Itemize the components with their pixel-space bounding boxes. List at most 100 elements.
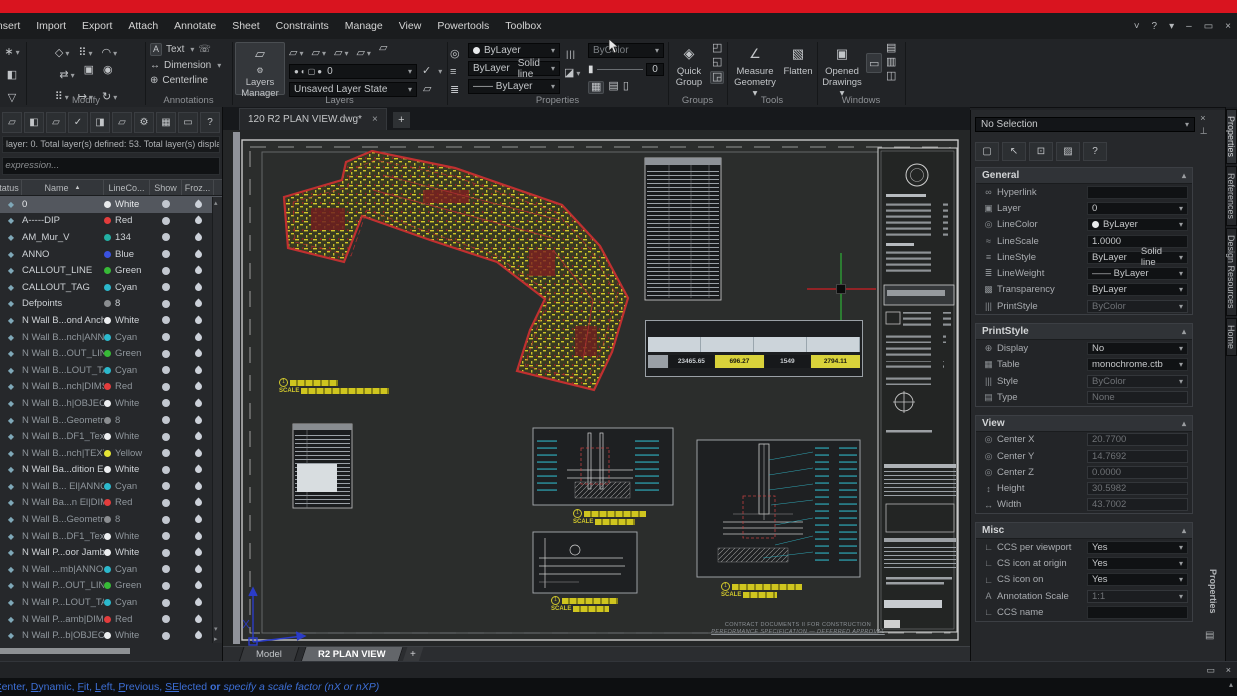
layer-linecolor[interactable]: White [104,531,150,542]
layer-show-toggle[interactable] [150,399,182,407]
layer-row[interactable]: ◆N Wall B...DF1_TextWhite [0,528,222,545]
color-picker-icon[interactable]: ◎ [450,48,460,60]
layer-show-toggle[interactable] [150,267,182,275]
layer-frozen-toggle[interactable] [182,533,214,540]
tile-vertical-icon[interactable]: ◫ [886,71,896,82]
property-field-lineweight[interactable]: —— ByLayer▾ [1087,267,1188,280]
transparency-value[interactable]: 0 [646,63,664,76]
close-icon[interactable]: × [1225,21,1231,32]
layer-show-toggle[interactable] [150,482,182,490]
layer-linecolor[interactable]: Cyan [104,365,150,376]
property-field-display[interactable]: No▾ [1087,342,1188,355]
caret-down-icon[interactable]: ▾ [322,49,326,58]
quick-select-icon[interactable]: ▨ [1056,142,1080,161]
menu-item-insert[interactable]: Insert [0,20,28,32]
layer-linecolor[interactable]: Cyan [104,282,150,293]
column-header-name[interactable]: Name▲ [22,180,104,195]
layer-row[interactable]: ◆N Wall B... El|ANNOCyan [0,478,222,495]
caret-down-icon[interactable]: ▾ [217,61,221,70]
layer-row[interactable]: ◆N Wall P...LOUT_TAGCyan [0,594,222,611]
layer-linecolor[interactable]: 8 [104,298,150,309]
properties-page-icon[interactable]: ▯ [623,81,629,94]
dimension-icon[interactable]: ↔ [150,61,160,71]
select-set-icon[interactable]: ▢ [975,142,999,161]
layer-frozen-toggle[interactable] [182,466,214,473]
collapse-section-icon[interactable]: ▴ [1182,171,1186,180]
hatch-tool-icon[interactable]: ◧ [7,69,17,81]
caret-down-icon[interactable]: ▾ [299,49,303,58]
layer-row[interactable]: ◆CALLOUT_LINEGreen [0,262,222,279]
layer-show-toggle[interactable] [150,333,182,341]
layout-tab-model[interactable]: Model [239,647,300,662]
wall-detail-b[interactable] [533,532,637,593]
layer-linecolor[interactable]: Green [104,348,150,359]
layer-frozen-toggle[interactable] [182,582,214,589]
canvas-scrollbar[interactable] [233,132,240,644]
layer-show-toggle[interactable] [150,233,182,241]
section-header-view[interactable]: View▴ [976,416,1192,432]
property-field-linestyle[interactable]: ByLayerSolid line▾ [1087,251,1188,264]
layer-frozen-toggle[interactable] [182,499,214,506]
ungroup-icon[interactable]: ◱ [712,57,722,68]
trim-icon[interactable]: ▣ [84,65,94,83]
scrollbar-thumb[interactable] [0,648,130,654]
layer-frozen-toggle[interactable] [182,267,214,274]
set-current-icon[interactable]: ✓ [68,112,88,133]
line-color-dropdown[interactable]: ByLayer ▾ [468,43,560,58]
layer-row[interactable]: ◆N Wall P...amb|DIMSRed [0,611,222,628]
wall-detail-c[interactable] [697,440,860,577]
layer-show-toggle[interactable] [150,516,182,524]
callout-icon[interactable]: ☏ [198,45,211,55]
erase-icon[interactable]: ◇ [55,47,63,59]
layer-show-toggle[interactable] [150,283,182,291]
layer-linecolor[interactable]: Green [104,265,150,276]
layer-frozen-toggle[interactable] [182,217,214,224]
polygon-tool-icon[interactable]: ▽ [8,92,16,104]
layer-linecolor[interactable]: White [104,315,150,326]
centerline-icon[interactable]: ⊕ [150,76,158,86]
menu-item-sheet[interactable]: Sheet [224,20,267,32]
layer-linecolor[interactable]: White [104,398,150,409]
layer-frozen-toggle[interactable] [182,367,214,374]
properties-bottom-tab[interactable]: Properties [1204,556,1218,626]
layer-show-toggle[interactable] [150,615,182,623]
layer-show-toggle[interactable] [150,316,182,324]
layer-isolate-icon[interactable]: ▱ [356,47,364,59]
switch-window-icon[interactable]: ▭ [867,58,881,71]
layer-linecolor[interactable]: Yellow [104,448,150,459]
slider-track[interactable] [597,69,643,70]
layer-row[interactable]: ◆ANNOBlue [0,246,222,263]
caret-down-icon[interactable]: ▾ [190,45,194,54]
drawing-canvas[interactable]: 23465.65696.2715492794.11 1 SCALE 1 SCAL… [223,130,970,646]
palette-tab-references[interactable]: References [1226,166,1237,226]
layers-vertical-scrollbar[interactable]: ▴ ▾ ▸ [212,197,222,643]
property-field-style[interactable]: ByColor▾ [1087,375,1188,388]
transparency-slider[interactable]: ▮ 0 [588,63,664,76]
menu-item-attach[interactable]: Attach [120,20,166,32]
property-field-cs-icon-on[interactable]: Yes▾ [1087,573,1188,586]
pin-palette-icon[interactable]: ⊣ [1197,127,1208,135]
layer-row[interactable]: ◆N Wall B...h|OBJECTWhite [0,395,222,412]
column-header-status[interactable]: Status [0,180,22,195]
text-button[interactable]: Text [166,44,184,55]
layer-show-toggle[interactable] [150,433,182,441]
menu-item-export[interactable]: Export [74,20,120,32]
layer-frozen-toggle[interactable] [182,483,214,490]
select-window-icon[interactable]: ⊡ [1029,142,1053,161]
layer-freeze-icon[interactable]: ▱ [311,47,319,59]
layer-row[interactable]: ◆N Wall ...mb|ANNOCyan [0,561,222,578]
layer-frozen-toggle[interactable] [182,616,214,623]
layer-row[interactable]: ◆N Wall P...OUT_LINEGreen [0,578,222,595]
layer-linecolor[interactable]: Red [104,614,150,625]
layer-linecolor[interactable]: Green [104,580,150,591]
section-header-printstyle[interactable]: PrintStyle▴ [976,324,1192,340]
layer-row[interactable]: ◆N Wall Ba...dition ElWhite [0,462,222,479]
layer-show-toggle[interactable] [150,499,182,507]
layer-frozen-toggle[interactable] [182,433,214,440]
layers-manager-button[interactable]: ▱ ⚙ LayersManager [235,42,285,95]
layer-frozen-toggle[interactable] [182,549,214,556]
layer-show-toggle[interactable] [150,582,182,590]
title-bar[interactable] [0,0,1237,13]
layer-show-toggle[interactable] [150,549,182,557]
palette-tab-design-resources[interactable]: Design Resources [1226,228,1237,316]
